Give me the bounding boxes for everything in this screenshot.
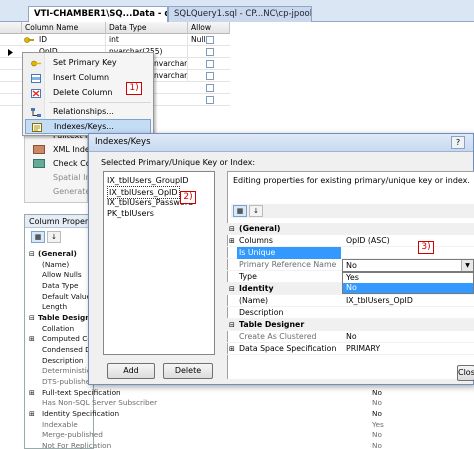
allow-nulls-checkbox[interactable] xyxy=(206,96,214,104)
key-property-row-is-unique[interactable]: Is Unique xyxy=(227,247,474,259)
list-item[interactable]: IX_tblUsers_GroupID xyxy=(107,175,189,186)
dropdown-option-yes[interactable]: Yes xyxy=(343,273,473,283)
property-row-not-for-replication[interactable]: Not For Replication No xyxy=(24,441,474,449)
key-property-row-create-as-clustered[interactable]: Create As Clustered No xyxy=(227,331,474,343)
indexes-keys-dialog: Indexes/Keys ? Selected Primary/Unique K… xyxy=(88,133,474,385)
allow-nulls-checkbox[interactable] xyxy=(206,36,214,44)
data-type-cell[interactable]: int xyxy=(106,34,188,46)
key-property-row-columns[interactable]: ⊞ Columns OpID (ASC) xyxy=(227,235,474,247)
property-row-merge-published[interactable]: Merge-published No xyxy=(24,430,474,441)
dropdown-value: No xyxy=(346,261,357,270)
categorized-icon[interactable]: ▦ xyxy=(31,231,45,243)
grid-header: Column Name Data Type Allow Nulls xyxy=(0,22,230,44)
help-button[interactable]: ? xyxy=(451,136,465,149)
annotation-step-1: 1) xyxy=(126,82,142,95)
property-row-indexable[interactable]: Indexable Yes xyxy=(24,420,474,431)
categorized-icon[interactable]: ▦ xyxy=(233,205,247,217)
add-button[interactable]: Add xyxy=(107,363,155,379)
menu-item-check-constraints[interactable]: Check Co xyxy=(53,157,91,170)
column-properties-title: Column Properties xyxy=(25,215,93,228)
menu-item-relationships[interactable]: Relationships... xyxy=(25,104,151,119)
check-constraints-icon xyxy=(33,159,45,168)
insert-column-icon xyxy=(31,73,41,83)
menu-item-set-primary-key[interactable]: Set Primary Key xyxy=(25,55,151,70)
table-row[interactable]: ID int xyxy=(0,34,230,46)
chevron-down-icon[interactable]: ▼ xyxy=(461,260,473,271)
dialog-title: Indexes/Keys xyxy=(95,137,151,147)
indexes-keys-icon xyxy=(32,123,42,132)
is-unique-options: Yes No xyxy=(342,272,474,294)
background-context-menu: Fulltext In XML Inde Check Co Spatial In… xyxy=(24,128,92,203)
xml-index-icon xyxy=(33,145,45,154)
current-row-arrow-icon xyxy=(8,49,13,58)
tab-label: SQLQuery1.sql - CP...NC\cp-jpool (66))* xyxy=(174,9,312,19)
key-property-category-table-designer[interactable]: ⊟ Table Designer xyxy=(227,319,474,331)
property-row-identity-specification[interactable]: ⊞ Identity Specification No xyxy=(24,409,474,420)
alphabetical-icon[interactable]: ↓ xyxy=(47,231,61,243)
close-button[interactable]: Close xyxy=(457,365,474,381)
editing-description: Editing properties for existing primary/… xyxy=(233,176,470,185)
key-property-row-name[interactable]: (Name) IX_tblUsers_OpID xyxy=(227,295,474,307)
property-toolbar: ▦ ↓ xyxy=(25,230,93,243)
key-property-row-data-space[interactable]: ⊞ Data Space Specification PRIMARY xyxy=(227,343,474,355)
tab-label: VTI-CHAMBER1\SQ...Data - dbo.Users xyxy=(34,9,167,19)
header-data-type: Data Type xyxy=(106,22,188,34)
allow-nulls-checkbox[interactable] xyxy=(206,48,214,56)
delete-column-icon xyxy=(31,88,41,98)
document-tabstrip: VTI-CHAMBER1\SQ...Data - dbo.Users SQLQu… xyxy=(0,0,474,23)
delete-button[interactable]: Delete xyxy=(163,363,213,379)
menu-item-label: Indexes/Keys... xyxy=(54,122,114,131)
tab-table-designer[interactable]: VTI-CHAMBER1\SQ...Data - dbo.Users xyxy=(28,6,168,23)
relationships-icon xyxy=(31,107,41,117)
menu-item-label: Insert Column xyxy=(53,73,110,82)
key-list[interactable]: IX_tblUsers_GroupID IX_tblUsers_OpID IX_… xyxy=(103,171,215,355)
menu-separator xyxy=(49,102,151,103)
allow-nulls-checkbox[interactable] xyxy=(206,72,214,80)
row-selector-header xyxy=(0,22,22,34)
annotation-step-2: 2) xyxy=(180,191,196,204)
property-row-fulltext-specification[interactable]: ⊞ Full-text Specification No xyxy=(24,388,474,399)
allow-nulls-checkbox[interactable] xyxy=(206,60,214,68)
tab-sql-query[interactable]: SQLQuery1.sql - CP...NC\cp-jpool (66))* xyxy=(168,6,312,22)
annotation-step-3: 3) xyxy=(418,241,434,254)
is-unique-dropdown[interactable]: No ▼ xyxy=(342,259,474,272)
allow-nulls-checkbox[interactable] xyxy=(206,84,214,92)
dropdown-option-no[interactable]: No xyxy=(343,283,473,293)
key-list-label: Selected Primary/Unique Key or Index: xyxy=(101,158,256,167)
header-column-name: Column Name xyxy=(22,22,106,34)
list-item[interactable]: PK_tblUsers xyxy=(107,208,154,219)
menu-item-generate-script[interactable]: Generate xyxy=(53,185,90,198)
menu-item-label: Set Primary Key xyxy=(53,58,117,67)
menu-item-spatial-index[interactable]: Spatial In xyxy=(53,171,91,184)
key-icon xyxy=(24,36,35,44)
property-row-non-sql-subscriber[interactable]: Has Non-SQL Server Subscriber No xyxy=(24,398,474,409)
key-properties-toolbar: ▦ ↓ xyxy=(231,204,474,218)
menu-item-label: Relationships... xyxy=(53,107,114,116)
alphabetical-icon[interactable]: ↓ xyxy=(249,205,263,217)
menu-item-indexes-keys[interactable]: Indexes/Keys... xyxy=(25,119,151,134)
key-icon xyxy=(31,58,41,67)
key-property-category-general[interactable]: ⊟ (General) xyxy=(227,223,474,235)
menu-item-label: Delete Column xyxy=(53,88,113,97)
key-property-row-description[interactable]: Description xyxy=(227,307,474,319)
header-allow-nulls: Allow Nulls xyxy=(188,22,230,44)
menu-item-xml-index[interactable]: XML Inde xyxy=(53,143,90,156)
column-name-cell[interactable]: ID xyxy=(36,34,106,46)
dialog-title-bar: Indexes/Keys ? xyxy=(89,134,473,152)
